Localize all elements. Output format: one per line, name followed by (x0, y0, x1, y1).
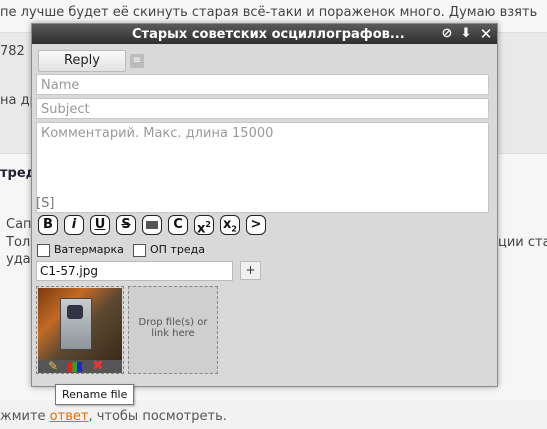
bg-text-fragment: уда (6, 252, 31, 267)
code-button[interactable]: C (168, 215, 188, 235)
italic-button[interactable]: i (64, 215, 84, 235)
bg-post-number: 782 (0, 44, 25, 59)
oscilloscope-picture (60, 298, 92, 350)
footer-suffix: , чтобы посмотреть. (88, 409, 227, 424)
bg-text-fragment: Сап (6, 217, 32, 232)
spoiler-tag-label: [S] (36, 196, 55, 211)
quote-button[interactable]: > (246, 215, 266, 235)
archive-icon[interactable] (68, 362, 82, 372)
bg-footer-text: жмите ответ, чтобы посмотреть. (0, 409, 227, 424)
superscript-button[interactable]: x2 (194, 215, 214, 236)
bold-button[interactable]: B (38, 215, 58, 235)
watermark-label: Ватермарка (54, 243, 124, 256)
name-field[interactable]: Name (36, 74, 489, 95)
thumbnail-actions: ✎ ✖ (38, 359, 122, 373)
spoiler-icon (146, 221, 158, 229)
watermark-option[interactable]: Ватермарка (37, 243, 124, 257)
add-file-button[interactable]: + (240, 261, 261, 280)
file-thumbnail-slot: ✎ ✖ (36, 286, 124, 374)
drop-zone[interactable]: Drop file(s) or link here (128, 286, 218, 374)
file-rename-input[interactable]: C1-57.jpg (36, 261, 233, 281)
op-label: ОП треда (150, 243, 205, 256)
comment-textarea[interactable]: Комментарий. Макс. длина 15000 (36, 122, 489, 213)
footer-prefix: жмите (0, 409, 50, 424)
bg-post-text: пе лучше будет её скинуть старая всё-так… (0, 5, 538, 20)
bg-text-fragment: Тол (6, 235, 31, 250)
close-icon[interactable]: ✕ (478, 26, 494, 42)
options-icon[interactable]: ≡ (130, 54, 144, 68)
spoiler-button[interactable] (142, 215, 162, 235)
underline-button[interactable]: U (90, 215, 110, 235)
op-checkbox[interactable] (133, 243, 146, 257)
strike-button[interactable]: S (116, 215, 136, 235)
reply-button[interactable]: Reply (38, 50, 126, 72)
reply-link[interactable]: ответ (50, 409, 89, 424)
watermark-checkbox[interactable] (37, 243, 50, 257)
remove-icon[interactable]: ✖ (92, 359, 104, 373)
popup-titlebar[interactable]: Старых советских осциллографов... ⊘ ⬇ ✕ (32, 24, 497, 44)
popup-title: Старых советских осциллографов... (132, 27, 405, 42)
subscript-button[interactable]: x2 (220, 215, 240, 235)
cancel-icon[interactable]: ⊘ (439, 26, 455, 42)
oscilloscope-thumbnail (38, 288, 122, 360)
bg-text-fragment-right: ции ста (498, 235, 547, 250)
quick-reply-popup: Старых советских осциллографов... ⊘ ⬇ ✕ … (31, 23, 498, 387)
rename-tooltip: Rename file (55, 384, 135, 405)
edit-icon[interactable]: ✎ (48, 360, 58, 373)
arrow-down-icon[interactable]: ⬇ (458, 26, 474, 42)
subject-field[interactable]: Subject (36, 98, 489, 119)
op-option[interactable]: ОП треда (133, 243, 205, 257)
